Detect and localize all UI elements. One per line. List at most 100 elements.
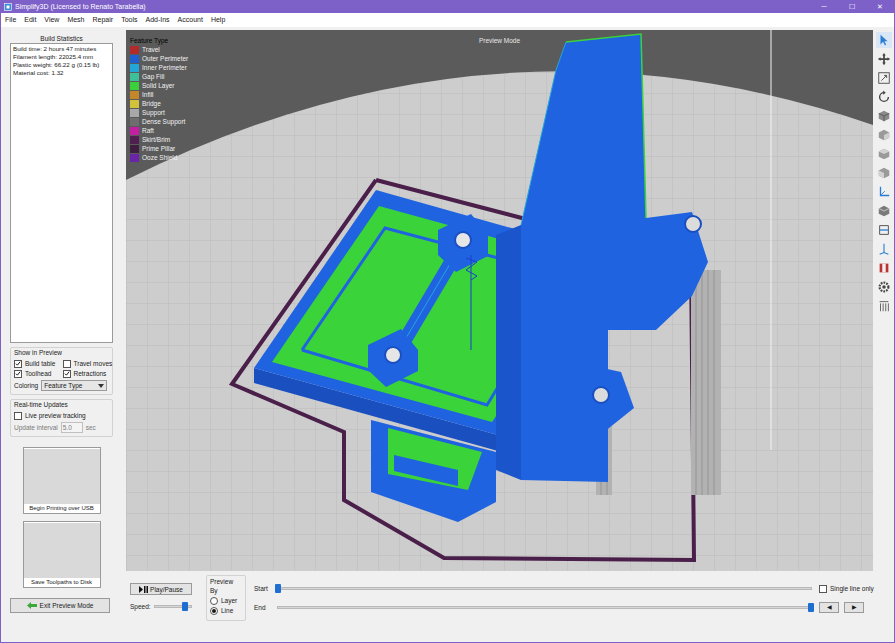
- save-toolpaths-button[interactable]: Save Toolpaths to Disk: [23, 521, 101, 588]
- toolbar-button[interactable]: [876, 279, 892, 295]
- toolbar-button[interactable]: [876, 298, 892, 314]
- statistic-line: Filament length: 22025.4 mm: [13, 53, 110, 61]
- legend-item: Bridge: [130, 99, 188, 108]
- axes-icon: [877, 185, 891, 199]
- minimize-button[interactable]: ─: [810, 1, 838, 13]
- legend-swatch: [130, 64, 139, 72]
- legend-item: Inner Perimeter: [130, 63, 188, 72]
- back-arrow-icon: [27, 602, 37, 609]
- preview-mode-label: Preview Mode: [479, 36, 520, 45]
- toolbar-button[interactable]: [876, 89, 892, 105]
- checkbox[interactable]: [819, 585, 827, 593]
- legend-swatch: [130, 100, 139, 108]
- start-slider[interactable]: [277, 587, 812, 590]
- single-line-option[interactable]: Single line only: [819, 584, 869, 593]
- legend-swatch: [130, 145, 139, 153]
- legend-item: Dense Support: [130, 117, 188, 126]
- legend-item: Prime Pillar: [130, 144, 188, 153]
- checkbox[interactable]: [14, 412, 22, 420]
- legend-swatch: [130, 55, 139, 63]
- radio-button[interactable]: [210, 597, 218, 605]
- legend-swatch: [130, 73, 139, 81]
- view-top-cube-icon: [877, 147, 891, 161]
- preview-by-option[interactable]: Line: [210, 606, 242, 615]
- toolbar-button[interactable]: [876, 127, 892, 143]
- realtime-updates-group: Real-time UpdatesLive preview trackingUp…: [10, 399, 113, 437]
- begin-printing-usb-button[interactable]: Begin Printing over USB: [23, 447, 101, 514]
- menu-item[interactable]: Add-Ins: [145, 13, 169, 27]
- show-in-preview-group: Show in PreviewBuild tableTravel movesTo…: [10, 347, 113, 395]
- toolbar-button[interactable]: [876, 260, 892, 276]
- menu-item[interactable]: Tools: [121, 13, 137, 27]
- playback-controls: Play/PauseSpeed:Preview ByLayerLineStart…: [126, 571, 873, 625]
- legend-item: Infill: [130, 90, 188, 99]
- legend-swatch: [130, 118, 139, 126]
- left-panel: Build StatisticsBuild time: 2 hours 47 m…: [1, 30, 122, 642]
- checkbox[interactable]: [63, 360, 71, 368]
- legend-swatch: [130, 109, 139, 117]
- checkbox[interactable]: [14, 360, 22, 368]
- exit-preview-button[interactable]: Exit Preview Mode: [10, 598, 110, 613]
- toolbar-button[interactable]: [876, 241, 892, 257]
- toolbar-button[interactable]: [876, 146, 892, 162]
- legend-item: Raft: [130, 126, 188, 135]
- legend-item: Ooze Shield: [130, 153, 188, 162]
- preview-option[interactable]: Travel moves: [63, 359, 110, 368]
- preview-by-option[interactable]: Layer: [210, 596, 242, 605]
- toolbar-button[interactable]: [876, 32, 892, 48]
- statistic-line: Build time: 2 hours 47 minutes: [13, 45, 110, 53]
- menu-item[interactable]: Help: [211, 13, 225, 27]
- feature-legend: Feature TypeTravelOuter PerimeterInner P…: [130, 36, 188, 162]
- toolbar-button[interactable]: [876, 165, 892, 181]
- legend-item: Outer Perimeter: [130, 54, 188, 63]
- legend-item: Support: [130, 108, 188, 117]
- sd-card-photo: [24, 523, 100, 578]
- preview-option[interactable]: Toolhead: [14, 369, 61, 378]
- checkbox[interactable]: [63, 370, 71, 378]
- toolbar-button[interactable]: [876, 70, 892, 86]
- checkbox[interactable]: [14, 370, 22, 378]
- rotate-icon: [877, 90, 891, 104]
- toolbar-button[interactable]: [876, 51, 892, 67]
- legend-swatch: [130, 154, 139, 162]
- statistic-line: Plastic weight: 66.22 g (0.15 lb): [13, 61, 110, 69]
- legend-swatch: [130, 82, 139, 90]
- live-tracking-option[interactable]: Live preview tracking: [14, 411, 109, 420]
- menu-item[interactable]: Edit: [24, 13, 36, 27]
- legend-item: Travel: [130, 45, 188, 54]
- menu-item[interactable]: Mesh: [67, 13, 84, 27]
- slider-thumb[interactable]: [808, 603, 814, 612]
- menu-item[interactable]: File: [5, 13, 16, 27]
- close-button[interactable]: ✕: [866, 1, 894, 13]
- step-back-button[interactable]: ◀: [819, 602, 839, 613]
- toolbar-button[interactable]: [876, 184, 892, 200]
- speed-slider[interactable]: [154, 605, 192, 608]
- legend-item: Gap Fill: [130, 72, 188, 81]
- toolpath-preview[interactable]: [126, 30, 873, 571]
- maximize-button[interactable]: ☐: [838, 1, 866, 13]
- toolbar-button[interactable]: [876, 203, 892, 219]
- 3d-viewport[interactable]: Feature TypeTravelOuter PerimeterInner P…: [126, 30, 873, 571]
- move-icon: [877, 52, 891, 66]
- legend-swatch: [130, 91, 139, 99]
- preview-option[interactable]: Build table: [14, 359, 61, 368]
- interval-field[interactable]: 5.0: [61, 422, 83, 433]
- play-pause-button[interactable]: Play/Pause: [130, 583, 192, 595]
- play-pause-icon: [139, 586, 148, 593]
- statistics-box: Build time: 2 hours 47 minutesFilament l…: [10, 43, 113, 343]
- statistic-line: Material cost: 1.32: [13, 69, 110, 77]
- build-statistics: Build StatisticsBuild time: 2 hours 47 m…: [10, 34, 113, 343]
- slider-thumb[interactable]: [275, 584, 281, 593]
- preview-option[interactable]: Retractions: [63, 369, 110, 378]
- radio-button[interactable]: [210, 607, 218, 615]
- step-forward-button[interactable]: ▶: [844, 602, 864, 613]
- menu-item[interactable]: Account: [178, 13, 203, 27]
- coloring-dropdown[interactable]: Feature Type: [41, 380, 107, 391]
- menu-item[interactable]: View: [44, 13, 59, 27]
- menu-item[interactable]: Repair: [93, 13, 114, 27]
- usb-cable-photo: [24, 449, 100, 504]
- toolbar-button[interactable]: [876, 108, 892, 124]
- slider-thumb[interactable]: [182, 602, 188, 611]
- end-slider[interactable]: [277, 606, 812, 609]
- toolbar-button[interactable]: [876, 222, 892, 238]
